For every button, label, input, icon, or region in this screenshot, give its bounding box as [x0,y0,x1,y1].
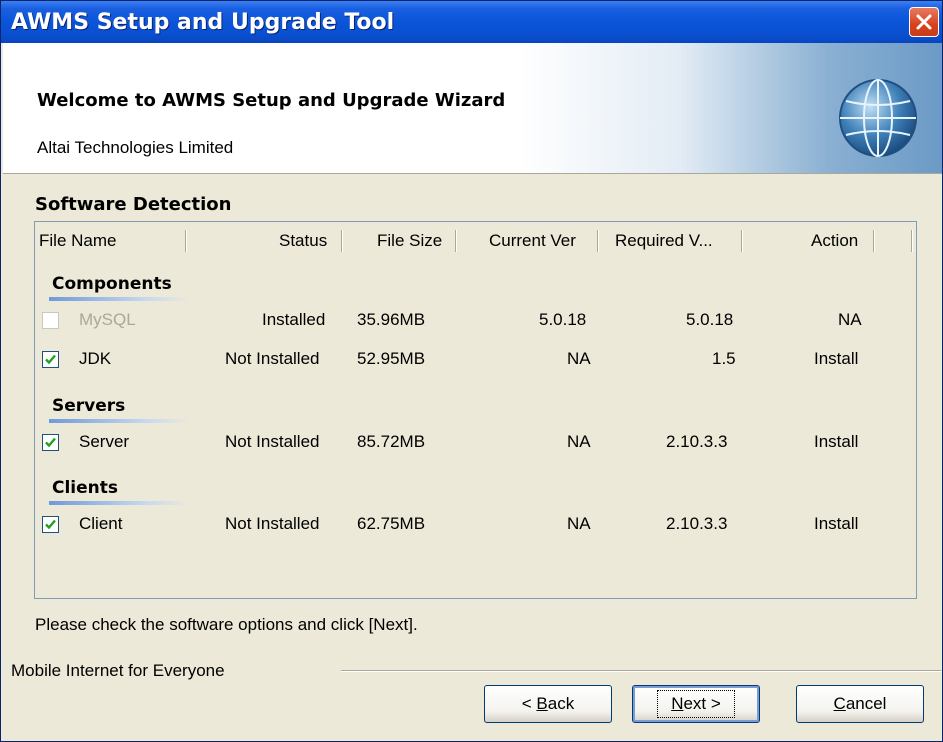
row-action: Install [814,432,859,451]
column-separator [341,230,343,252]
software-list[interactable]: File Name Status File Size Current Ver R… [34,221,917,599]
row-action: Install [814,349,859,368]
back-mnemonic: B [536,694,548,713]
column-action[interactable]: Action [811,222,858,260]
row-status: Not Installed [225,432,320,451]
row-required-ver: 1.5 [712,349,736,368]
header-title: Welcome to AWMS Setup and Upgrade Wizard [37,90,506,111]
back-button[interactable]: < Back [484,685,612,723]
group-underline [49,501,189,505]
group-underline [49,297,189,301]
checkmark-icon [45,437,56,448]
back-rest: ack [547,694,575,713]
column-current-ver[interactable]: Current Ver [489,222,576,260]
back-prefix: < [521,694,537,713]
wizard-header: Welcome to AWMS Setup and Upgrade Wizard… [3,43,942,174]
group-underline [49,419,189,423]
globe-icon [839,79,917,157]
column-required-ver[interactable]: Required V... [615,222,713,260]
column-separator [455,230,457,252]
group-clients: Clients [52,478,119,498]
window-title: AWMS Setup and Upgrade Tool [11,10,395,35]
server-checkbox[interactable] [42,434,59,451]
column-status[interactable]: Status [279,222,327,260]
row-current-ver: NA [567,349,591,368]
next-mnemonic: N [671,694,684,713]
row-action: NA [838,310,862,329]
section-label: Software Detection [35,194,232,215]
row-name: MySQL [79,310,136,329]
group-components: Components [52,274,172,294]
row-current-ver: NA [567,514,591,533]
header-subtitle: Altai Technologies Limited [37,138,234,157]
client-checkbox[interactable] [42,516,59,533]
row-file-size: 85.72MB [357,432,426,451]
row-action: Install [814,514,859,533]
title-bar[interactable]: AWMS Setup and Upgrade Tool [1,1,942,43]
column-separator [185,230,187,252]
row-status: Not Installed [225,349,320,368]
checkmark-icon [45,519,56,530]
checkmark-icon [45,354,56,365]
row-status: Not Installed [225,514,320,533]
column-file-size[interactable]: File Size [377,222,442,260]
mysql-checkbox [42,312,59,329]
row-file-size: 62.75MB [357,514,426,533]
row-name: JDK [79,349,112,368]
footer-divider [341,670,941,672]
row-required-ver: 2.10.3.3 [666,514,728,533]
close-icon [916,14,932,30]
row-status: Installed [262,310,326,329]
table-row-mysql: MySQL Installed 35.96MB 5.0.18 5.0.18 NA [35,304,916,340]
row-name: Server [79,432,130,451]
cancel-label: Cancel [834,694,887,714]
table-row-server[interactable]: Server Not Installed 85.72MB NA 2.10.3.3… [35,426,916,462]
instruction-text: Please check the software options and cl… [35,615,418,634]
column-separator [741,230,743,252]
next-button[interactable]: Next > [632,685,760,723]
column-header: File Name Status File Size Current Ver R… [35,222,916,260]
column-separator [911,230,913,252]
setup-window: AWMS Setup and Upgrade Tool Welcome to A… [0,0,943,742]
next-rest: ext > [683,694,721,713]
table-row-jdk[interactable]: JDK Not Installed 52.95MB NA 1.5 Install [35,343,916,379]
row-required-ver: 5.0.18 [686,310,734,329]
jdk-checkbox[interactable] [42,351,59,368]
group-servers: Servers [52,396,126,416]
cancel-mnemonic: C [833,694,846,713]
row-required-ver: 2.10.3.3 [666,432,728,451]
row-file-size: 35.96MB [357,310,426,329]
next-label: Next > [657,690,735,718]
row-current-ver: NA [567,432,591,451]
column-file-name[interactable]: File Name [39,222,116,260]
row-name: Client [79,514,123,533]
row-file-size: 52.95MB [357,349,426,368]
cancel-rest: ancel [845,694,887,713]
column-separator [873,230,875,252]
back-label: < Back [522,694,574,714]
close-button[interactable] [909,7,939,37]
table-row-client[interactable]: Client Not Installed 62.75MB NA 2.10.3.3… [35,508,916,544]
cancel-button[interactable]: Cancel [796,685,924,723]
column-separator [597,230,599,252]
row-current-ver: 5.0.18 [539,310,587,329]
footer-label: Mobile Internet for Everyone [11,661,225,680]
